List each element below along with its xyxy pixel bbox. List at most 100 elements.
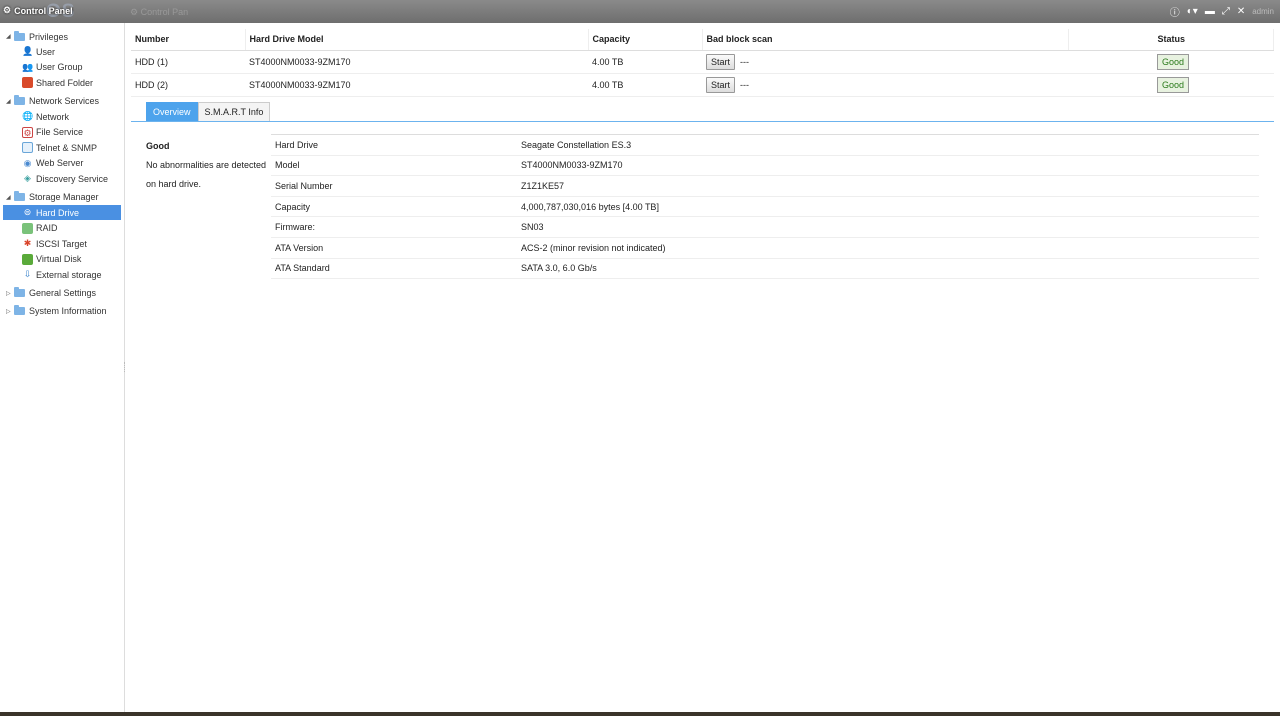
start-scan-button[interactable]: Start — [706, 53, 736, 70]
sidebar-item-web-server[interactable]: ◉ Web Server — [0, 156, 124, 172]
raid-icon — [22, 222, 33, 234]
iscsi-icon: ✱ — [23, 238, 32, 249]
collapsed-triangle-icon[interactable]: ▷ — [6, 308, 14, 315]
tab-overview[interactable]: Overview — [146, 102, 198, 121]
tab-divider — [131, 121, 1274, 122]
sidebar-item-label: Network — [36, 111, 70, 122]
sidebar-item-network[interactable]: 🌐 Network — [0, 109, 124, 125]
sidebar-item-label: Web Server — [36, 158, 84, 169]
detail-key: Model — [271, 155, 518, 177]
globe-network-icon: 🌐 — [22, 111, 34, 122]
drive-capacity: 4.00 TB — [588, 73, 702, 97]
sidebar-item-label: File Service — [36, 127, 84, 138]
sidebar-group-label: Storage Manager — [29, 192, 99, 203]
sidebar-group-network-services[interactable]: ◢ Network Services — [0, 94, 124, 109]
detail-tabs: Overview S.M.A.R.T Info — [146, 102, 271, 121]
detail-row: Serial Number Z1Z1KE57 — [271, 175, 1259, 197]
drive-model: ST4000NM0033-9ZM170 — [245, 73, 588, 97]
sidebar-item-shared-folder[interactable]: Shared Folder — [0, 75, 124, 91]
scan-result: --- — [740, 56, 750, 67]
drive-details-table: Hard Drive Seagate Constellation ES.3 Mod… — [271, 134, 1259, 280]
sidebar-splitter-handle[interactable] — [124, 362, 127, 372]
health-status: Good — [146, 141, 170, 151]
column-header-capacity[interactable]: Capacity — [588, 29, 703, 51]
detail-key: ATA Version — [271, 237, 518, 259]
breadcrumb-label: Control Pan — [140, 7, 189, 17]
virtual-disk-icon — [22, 253, 33, 265]
hard-drive-icon: ⊜ — [23, 207, 32, 218]
status-header-label: Status — [1157, 34, 1186, 45]
telnet-icon — [22, 142, 33, 154]
sidebar-group-general-settings[interactable]: ▷ General Settings — [0, 286, 124, 301]
detail-row: Capacity 4,000,787,030,016 bytes [4.00 TB… — [271, 196, 1259, 218]
sidebar-group-privileges[interactable]: ◢ Privileges — [0, 29, 124, 44]
sidebar-item-discovery-service[interactable]: ◈ Discovery Service — [0, 171, 124, 187]
sidebar-item-iscsi-target[interactable]: ✱ ISCSI Target — [0, 236, 124, 252]
bad-block-scan-cell: Start --- — [702, 50, 1068, 74]
column-header-status[interactable]: Status — [1068, 29, 1274, 51]
restore-button[interactable]: ⤢ — [1222, 6, 1230, 17]
detail-row: ATA Version ACS-2 (minor revision not ind… — [271, 237, 1259, 259]
sidebar-item-user-group[interactable]: 👥 User Group — [0, 60, 124, 76]
column-header-model[interactable]: Hard Drive Model — [245, 29, 589, 51]
detail-row: Hard Drive Seagate Constellation ES.3 — [271, 134, 1259, 156]
user-label[interactable]: admin — [1252, 7, 1274, 16]
folder-icon — [14, 305, 25, 316]
bad-block-scan-cell: Start --- — [702, 73, 1068, 97]
folder-icon — [14, 95, 25, 106]
desktop-bottom-strip — [0, 712, 1280, 716]
folder-icon — [14, 287, 25, 298]
detail-key: Firmware: — [271, 216, 518, 238]
user-icon: 👤 — [22, 46, 34, 57]
sidebar-item-label: User — [36, 46, 56, 57]
sidebar-item-user[interactable]: 👤 User — [0, 44, 124, 60]
status-badge: Good — [1157, 76, 1190, 93]
info-icon[interactable]: ⓘ — [1170, 4, 1180, 19]
sidebar-item-telnet-snmp[interactable]: Telnet & SNMP — [0, 140, 124, 156]
sidebar-group-storage-manager[interactable]: ◢ Storage Manager — [0, 190, 124, 205]
table-row[interactable]: HDD (2) ST4000NM0033-9ZM170 4.00 TB Star… — [131, 73, 1274, 97]
detail-key: Capacity — [271, 196, 518, 218]
sidebar-item-external-storage[interactable]: ⇩ External storage — [0, 267, 124, 283]
health-message-line2: on hard drive. — [146, 179, 202, 189]
detail-value: SATA 3.0, 6.0 Gb/s — [518, 258, 1259, 280]
detail-value: 4,000,787,030,016 bytes [4.00 TB] — [518, 196, 1259, 218]
collapsed-triangle-icon[interactable]: ▷ — [6, 290, 14, 297]
detail-key: Hard Drive — [271, 134, 518, 156]
tab-smart-info[interactable]: S.M.A.R.T Info — [197, 102, 271, 121]
discovery-icon: ◈ — [24, 173, 31, 184]
shared-folder-icon — [22, 77, 33, 89]
expanded-triangle-icon[interactable]: ◢ — [6, 194, 14, 201]
sidebar-item-label: Shared Folder — [36, 77, 94, 88]
sidebar-item-virtual-disk[interactable]: Virtual Disk — [0, 252, 124, 268]
column-header-number[interactable]: Number — [131, 29, 246, 51]
minimize-button[interactable]: ▬ — [1205, 6, 1215, 17]
sidebar-group-label: Privileges — [29, 31, 69, 42]
sidebar-item-label: External storage — [36, 269, 102, 280]
start-scan-button[interactable]: Start — [706, 76, 736, 93]
health-message-line1: No abnormalities are detected — [146, 160, 267, 170]
column-header-bad-block-scan[interactable]: Bad block scan — [702, 29, 1069, 51]
expanded-triangle-icon[interactable]: ◢ — [6, 33, 14, 40]
close-button[interactable]: ✕ — [1237, 6, 1245, 17]
sidebar-item-file-service[interactable]: ⚙ File Service — [0, 124, 124, 140]
sidebar-item-raid[interactable]: RAID — [0, 220, 124, 236]
external-storage-icon: ⇩ — [23, 269, 32, 280]
sidebar-item-label: Hard Drive — [36, 207, 80, 218]
web-server-icon: ◉ — [23, 157, 32, 168]
table-row[interactable]: HDD (1) ST4000NM0033-9ZM170 4.00 TB Star… — [131, 50, 1274, 74]
expanded-triangle-icon[interactable]: ◢ — [6, 98, 14, 105]
sidebar-item-label: Virtual Disk — [36, 254, 82, 265]
globe-icon[interactable]: ◐▾ — [1187, 6, 1198, 17]
health-summary: Good No abnormalities are detected on ha… — [146, 137, 271, 194]
sidebar-item-hard-drive[interactable]: ⊜ Hard Drive — [3, 204, 121, 221]
drives-table: Number Hard Drive Model Capacity Bad blo… — [131, 29, 1274, 97]
detail-row: Firmware: SN03 — [271, 216, 1259, 238]
detail-key: ATA Standard — [271, 258, 518, 280]
drive-number: HDD (1) — [131, 50, 245, 74]
scan-result: --- — [740, 79, 750, 90]
detail-key: Serial Number — [271, 175, 518, 197]
breadcrumb: ⚙ Control Pan — [130, 7, 189, 17]
sidebar-group-system-information[interactable]: ▷ System Information — [0, 304, 124, 319]
file-service-icon: ⚙ — [22, 126, 33, 138]
